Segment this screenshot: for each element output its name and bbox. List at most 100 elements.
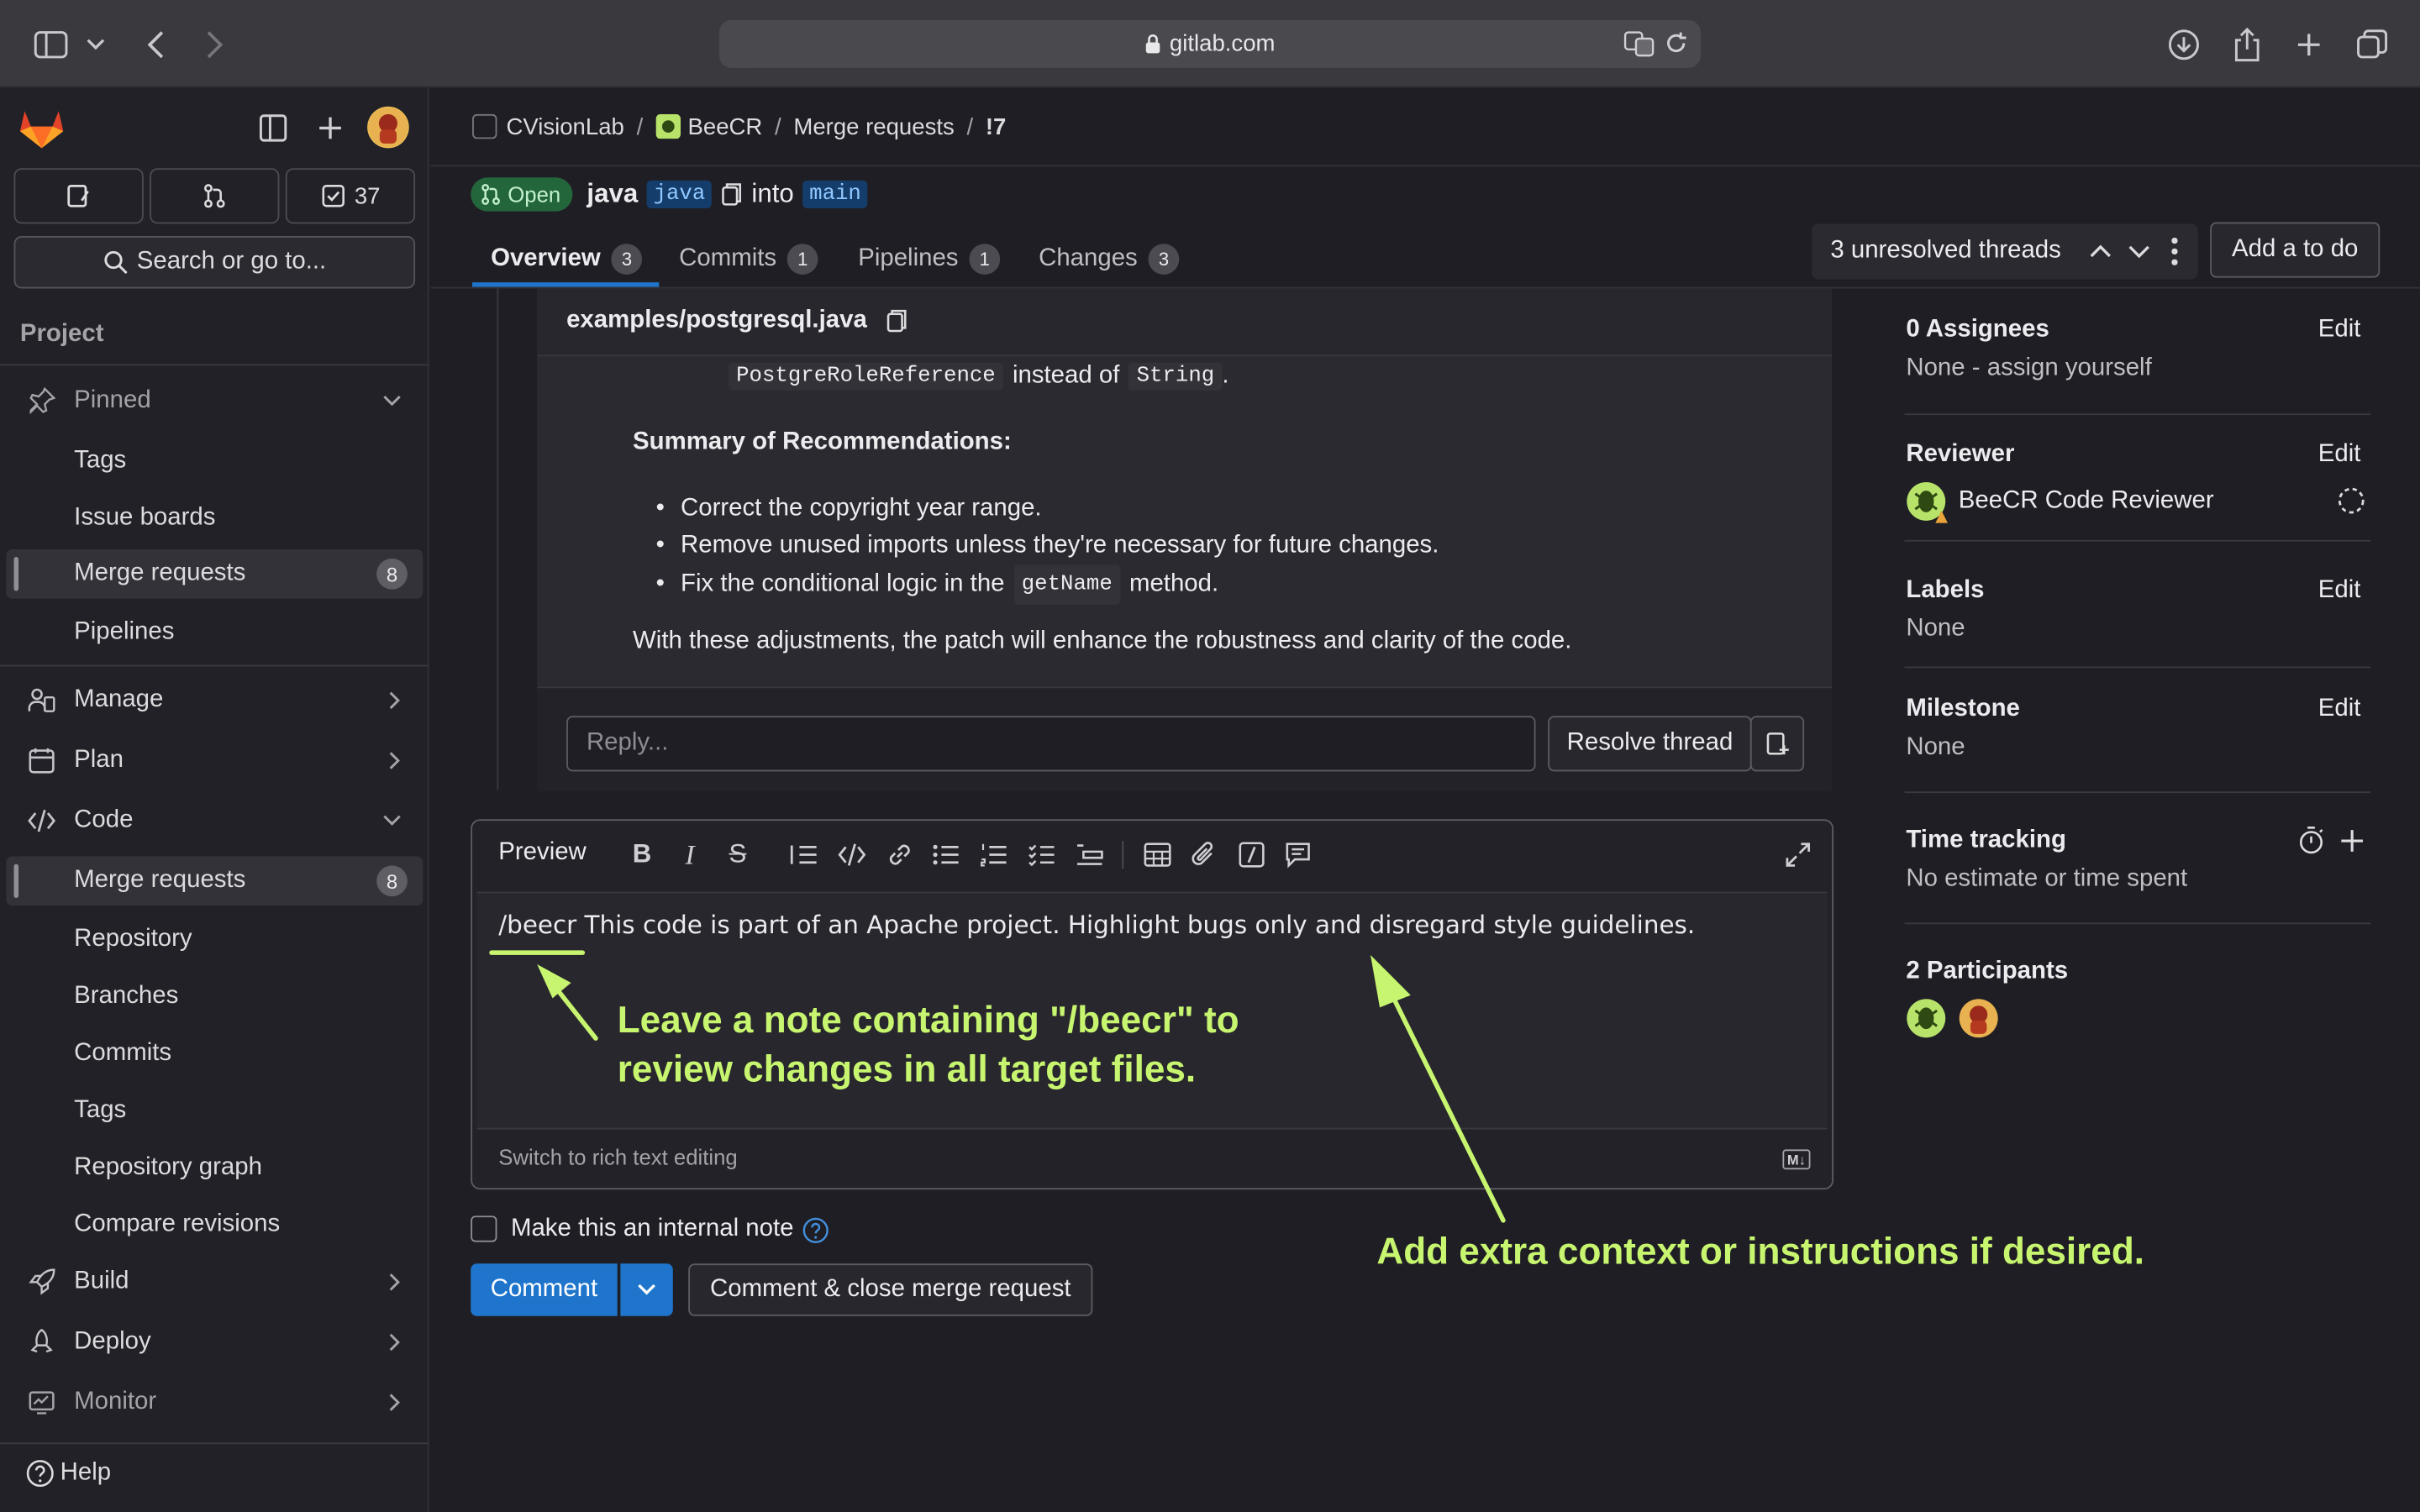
sidebar-item-deploy[interactable]: Deploy (6, 1318, 423, 1368)
issues-button[interactable] (13, 168, 144, 224)
sidebar-item-label: Repository graph (74, 1153, 262, 1181)
chevron-down-icon[interactable] (2128, 245, 2150, 260)
switch-rich-text-link[interactable]: Switch to rich text editing (498, 1145, 737, 1169)
mr-title: java (587, 179, 639, 208)
share-icon[interactable] (2227, 24, 2267, 65)
sidebar-item-monitor[interactable]: Monitor (6, 1378, 423, 1427)
sidebar-toggle-icon[interactable] (31, 24, 71, 65)
preview-tab[interactable]: Preview (498, 839, 587, 867)
comment-close-button[interactable]: Comment & close merge request (688, 1263, 1093, 1316)
more-options-icon[interactable] (2171, 237, 2178, 265)
quote-icon[interactable] (790, 841, 818, 869)
collapse-sidebar-icon[interactable] (259, 114, 287, 142)
sidebar-item-manage[interactable]: Manage (6, 675, 423, 725)
reply-input[interactable]: Reply... (566, 716, 1536, 772)
new-tab-icon[interactable] (2289, 24, 2329, 65)
attach-file-icon[interactable] (1190, 841, 1218, 869)
table-icon[interactable] (1144, 841, 1171, 869)
sidebar-item-tags-pinned[interactable]: Tags (6, 437, 423, 486)
comment-options-button[interactable] (620, 1263, 673, 1316)
tab-pipelines[interactable]: Pipelines 1 (858, 232, 1001, 287)
list-item: • Remove unused imports unless they're ne… (656, 528, 1439, 564)
todos-button[interactable]: 37 (285, 168, 416, 224)
sidebar-item-code[interactable]: Code (6, 796, 423, 846)
numbered-list-icon[interactable] (980, 841, 1007, 869)
tab-label: Changes (1039, 245, 1138, 272)
comment-textarea[interactable]: /beecr This code is part of an Apache pr… (498, 911, 1695, 940)
help-icon[interactable] (803, 1216, 829, 1242)
comment-button[interactable]: Comment (471, 1263, 618, 1316)
quick-actions-icon[interactable] (1238, 841, 1265, 869)
sidebar-item-repository-graph[interactable]: Repository graph (6, 1143, 423, 1193)
back-icon[interactable] (136, 24, 176, 65)
sidebar-item-repository[interactable]: Repository (6, 915, 423, 964)
internal-note-label: Make this an internal note (510, 1215, 794, 1242)
add-todo-button[interactable]: Add a to do (2210, 222, 2381, 278)
sidebar-item-merge-requests[interactable]: Merge requests 8 (6, 856, 424, 906)
address-bar[interactable]: gitlab.com (718, 19, 1702, 68)
tab-changes[interactable]: Changes 3 (1039, 232, 1180, 287)
translate-icon[interactable] (1623, 31, 1655, 57)
reviewer-name[interactable]: BeeCR Code Reviewer (1959, 487, 2214, 515)
bullet-list-icon[interactable] (932, 841, 960, 869)
target-branch[interactable]: main (802, 180, 868, 208)
chevron-up-icon[interactable] (2090, 244, 2112, 258)
create-new-icon[interactable] (317, 114, 345, 142)
tab-commits[interactable]: Commits 1 (679, 232, 818, 287)
file-path[interactable]: examples/postgresql.java (566, 307, 867, 335)
link-icon[interactable] (886, 841, 913, 869)
search-icon (103, 250, 127, 275)
stopwatch-icon[interactable] (2296, 826, 2326, 855)
internal-note-checkbox[interactable] (471, 1215, 497, 1242)
forward-icon[interactable] (194, 24, 234, 65)
chevron-down-icon[interactable] (81, 24, 112, 65)
sidebar-item-plan[interactable]: Plan (6, 736, 423, 785)
participant-avatar[interactable] (1959, 998, 1999, 1038)
task-list-icon[interactable] (1028, 841, 1055, 869)
breadcrumb-item-current[interactable]: !7 (986, 113, 1007, 139)
comment-template-icon[interactable] (1284, 841, 1312, 869)
strikethrough-icon[interactable]: S (723, 839, 751, 869)
code-icon[interactable] (838, 841, 866, 869)
text: . (1222, 362, 1229, 389)
merge-requests-button[interactable] (150, 168, 280, 224)
download-icon[interactable] (2164, 24, 2204, 65)
user-avatar[interactable] (367, 106, 409, 149)
resolve-thread-button[interactable]: Resolve thread (1548, 716, 1752, 772)
sidebar-item-pipelines[interactable]: Pipelines (6, 608, 423, 658)
collapsible-section-icon[interactable] (1076, 841, 1103, 869)
copy-path-icon[interactable] (886, 308, 908, 333)
reviewer-edit-link[interactable]: Edit (2318, 441, 2361, 469)
chevron-down-icon (638, 1284, 656, 1296)
create-issue-button[interactable] (1749, 716, 1805, 772)
sidebar-item-compare-revisions[interactable]: Compare revisions (6, 1200, 423, 1250)
labels-edit-link[interactable]: Edit (2318, 577, 2361, 605)
italic-icon[interactable]: I (676, 838, 703, 869)
sidebar-item-issue-boards[interactable]: Issue boards (6, 494, 423, 543)
assignees-value[interactable]: None - assign yourself (1906, 354, 2151, 382)
tab-overview[interactable]: Overview 3 (491, 232, 643, 287)
sidebar-item-branches[interactable]: Branches (6, 972, 423, 1021)
breadcrumb-item[interactable]: Merge requests (793, 113, 954, 139)
add-time-icon[interactable] (2339, 828, 2364, 853)
pinned-toggle[interactable]: Pinned (6, 376, 423, 426)
sidebar-item-commits[interactable]: Commits (6, 1029, 423, 1079)
sidebar-item-tags[interactable]: Tags (6, 1086, 423, 1136)
assignees-edit-link[interactable]: Edit (2318, 317, 2361, 344)
sidebar-item-merge-requests-pinned[interactable]: Merge requests 8 (6, 549, 424, 599)
tabs-overview-icon[interactable] (2352, 24, 2392, 65)
participant-avatar[interactable] (1906, 998, 1946, 1038)
milestone-edit-link[interactable]: Edit (2318, 696, 2361, 723)
source-branch[interactable]: java (647, 180, 712, 208)
gitlab-logo-icon[interactable] (18, 107, 65, 150)
fullscreen-icon[interactable] (1784, 841, 1812, 869)
breadcrumb-item[interactable]: CVisionLab (506, 113, 623, 139)
count-badge: 8 (376, 558, 408, 590)
bold-icon[interactable]: B (629, 839, 656, 869)
sidebar-item-build[interactable]: Build (6, 1257, 423, 1307)
copy-branch-icon[interactable] (721, 182, 743, 207)
help-button[interactable]: Help (26, 1460, 111, 1488)
reload-icon[interactable] (1664, 31, 1688, 55)
breadcrumb-item[interactable]: BeeCR (687, 113, 762, 139)
search-button[interactable]: Search or go to... (13, 236, 416, 289)
